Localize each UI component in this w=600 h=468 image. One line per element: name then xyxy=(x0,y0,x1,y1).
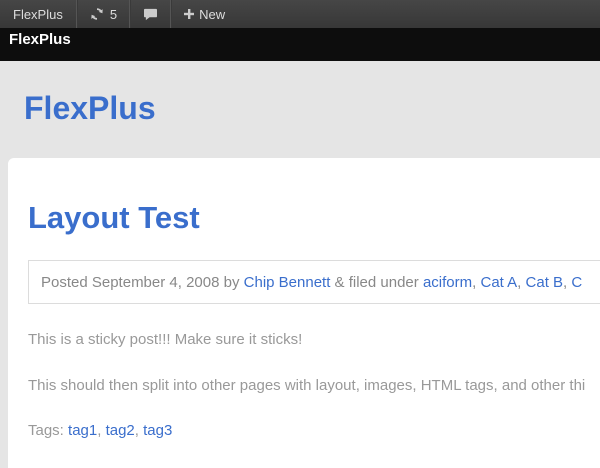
post-meta: Posted September 4, 2008 by Chip Bennett… xyxy=(28,260,600,304)
header-strip-title[interactable]: FlexPlus xyxy=(9,31,71,48)
tag-link[interactable]: tag2 xyxy=(106,422,135,439)
tag-link[interactable]: tag3 xyxy=(143,422,172,439)
filed-under-text: & filed under xyxy=(334,274,419,291)
site-title[interactable]: FlexPlus xyxy=(24,90,156,127)
author-link[interactable]: Chip Bennett xyxy=(244,274,331,291)
header-strip: FlexPlus xyxy=(0,28,600,61)
comment-icon xyxy=(143,8,158,21)
content-area: Layout Test Posted September 4, 2008 by … xyxy=(8,158,600,468)
plus-icon xyxy=(184,9,195,19)
admin-bar-site-name: FlexPlus xyxy=(13,6,63,22)
category-link[interactable]: aciform xyxy=(423,274,472,291)
category-link[interactable]: Cat B xyxy=(526,274,564,291)
post-date-text: Posted September 4, 2008 by xyxy=(41,274,240,291)
post-tags: Tags: tag1, tag2, tag3 xyxy=(28,422,173,439)
admin-bar-comments[interactable] xyxy=(130,0,172,28)
admin-bar-new[interactable]: New xyxy=(171,0,237,28)
new-label: New xyxy=(199,6,226,22)
post-paragraph: This should then split into other pages … xyxy=(28,377,586,394)
tags-label: Tags: xyxy=(28,422,64,439)
updates-count: 5 xyxy=(109,6,118,22)
category-link[interactable]: C xyxy=(571,274,582,291)
post-title[interactable]: Layout Test xyxy=(28,200,200,236)
tag-link[interactable]: tag1 xyxy=(68,422,97,439)
admin-bar-site-link[interactable]: FlexPlus xyxy=(0,0,77,28)
admin-bar-updates[interactable]: 5 xyxy=(76,0,131,28)
category-link[interactable]: Cat A xyxy=(480,274,517,291)
post-paragraph: This is a sticky post!!! Make sure it st… xyxy=(28,331,303,348)
refresh-icon xyxy=(90,7,104,21)
admin-bar: FlexPlus 5 New xyxy=(0,0,600,28)
